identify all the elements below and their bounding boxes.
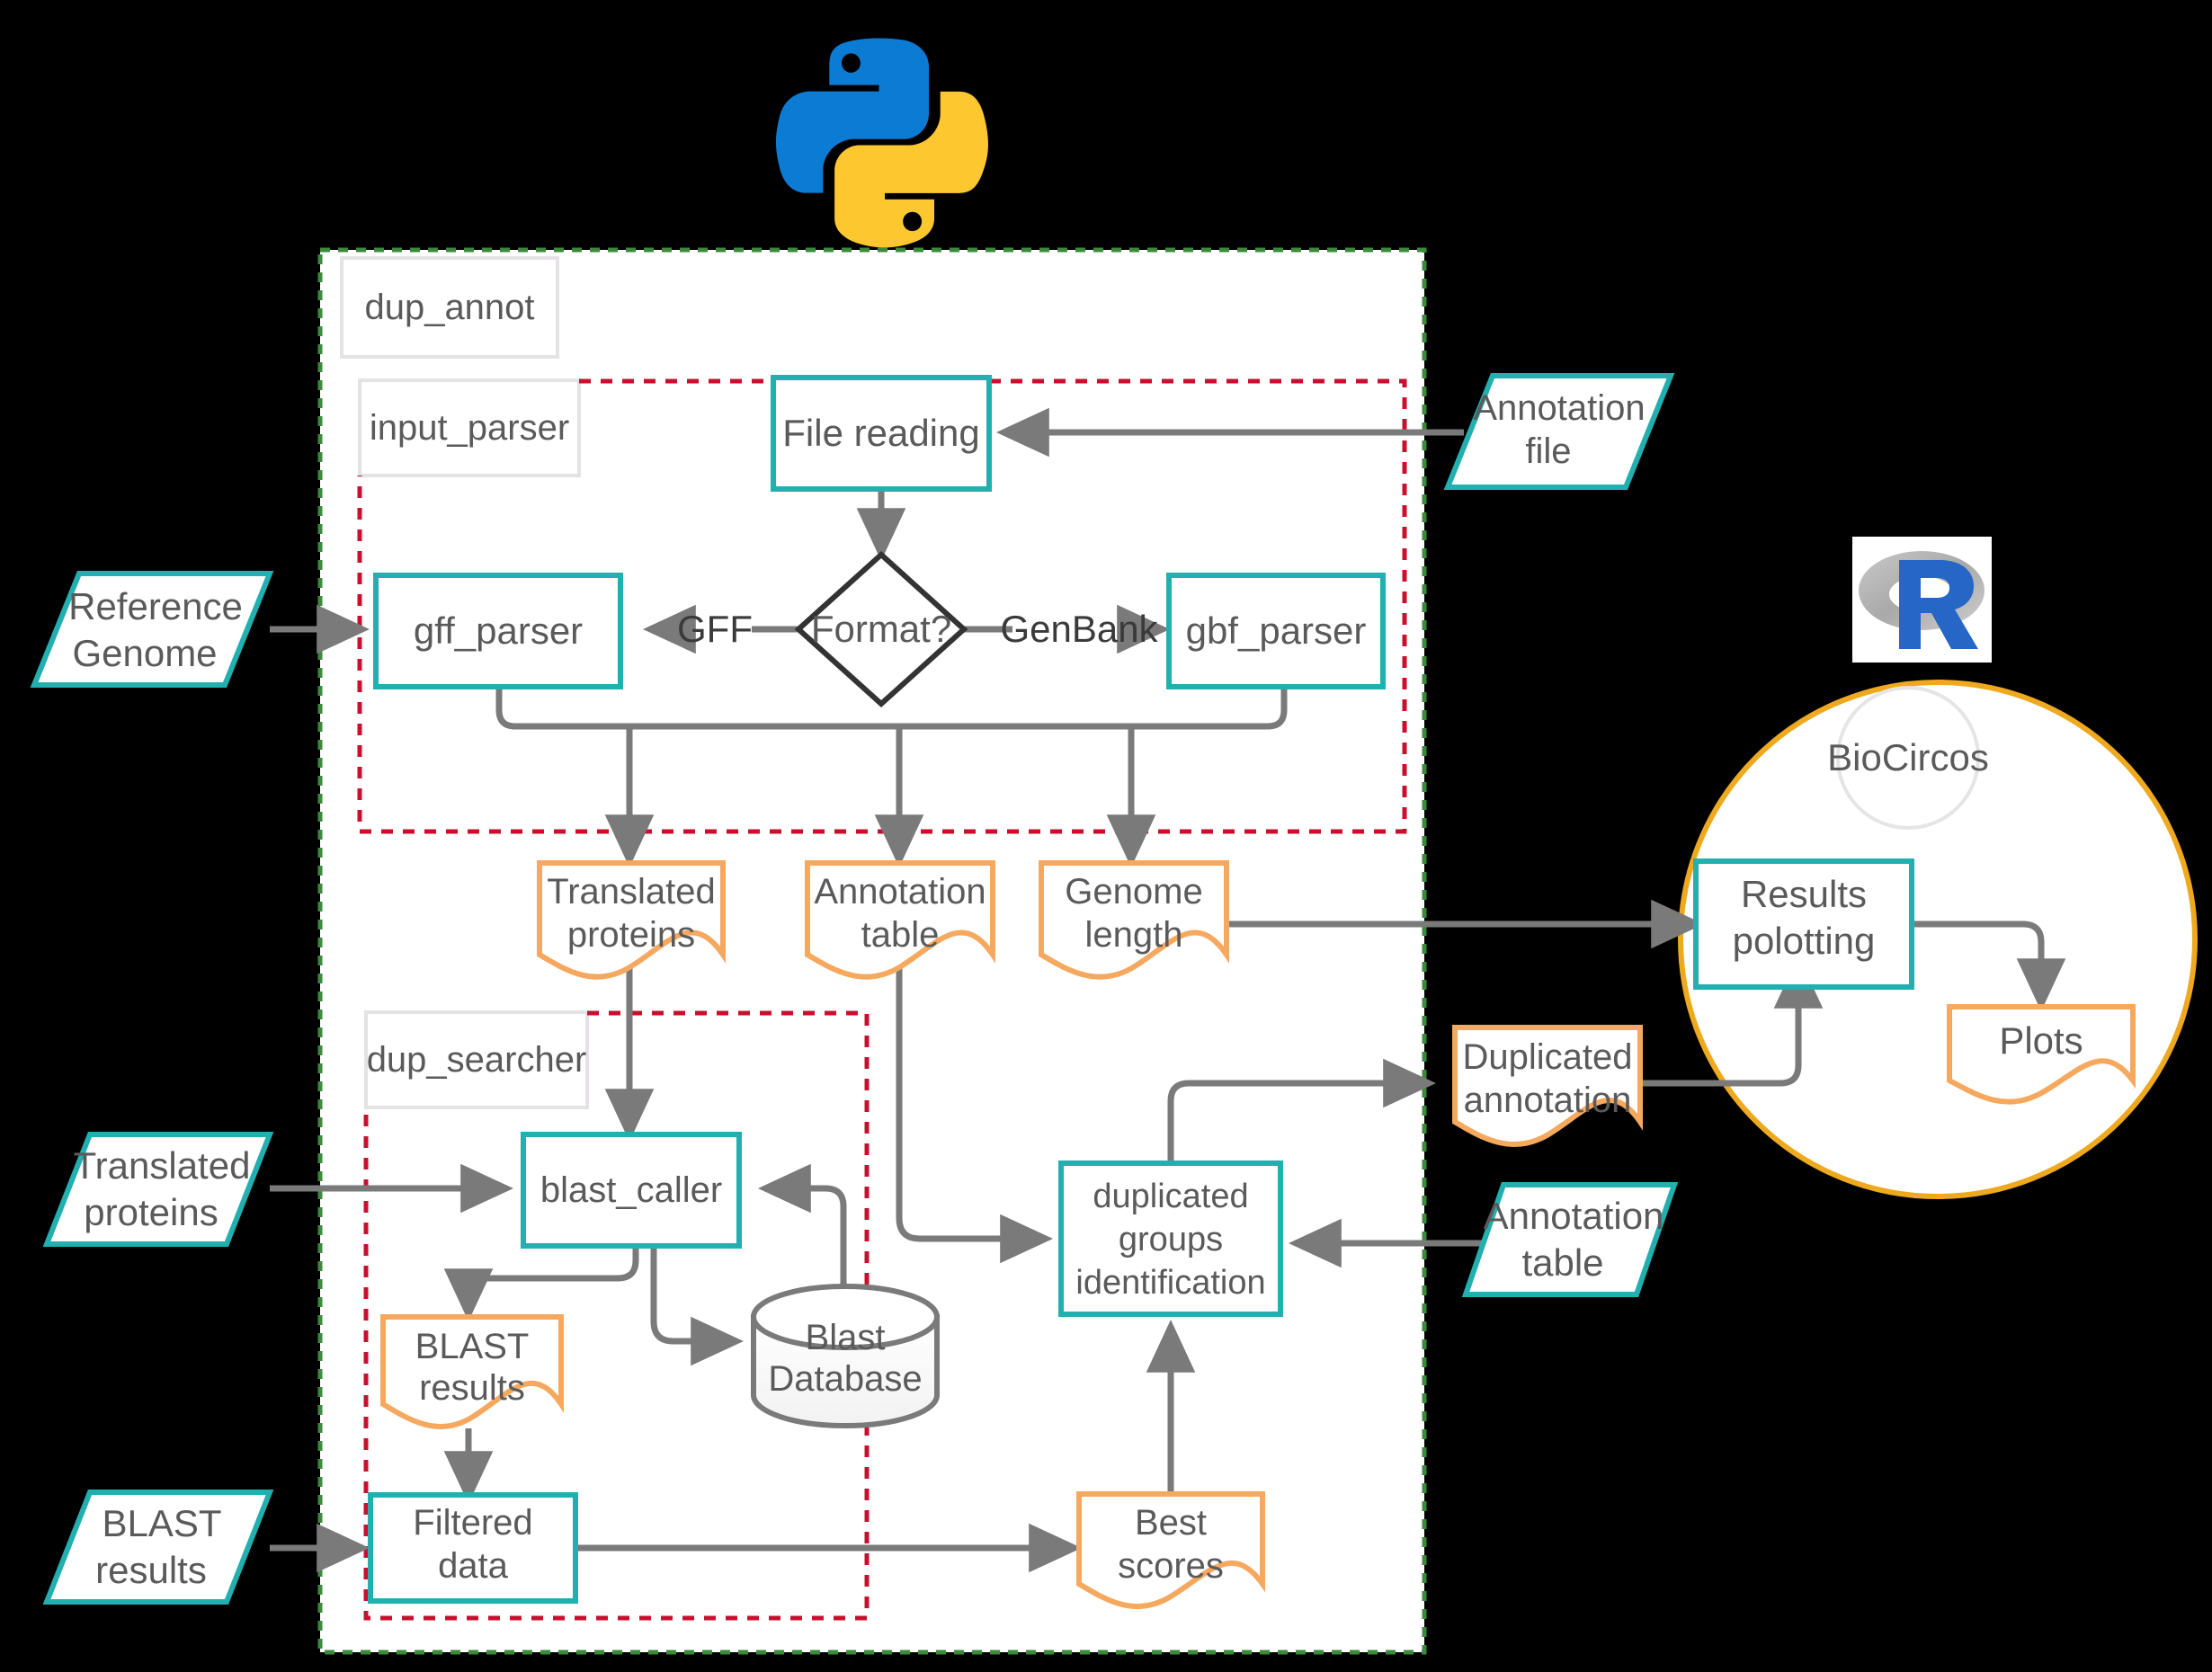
node-blast-caller xyxy=(521,1132,742,1249)
node-results-plotting xyxy=(1693,858,1914,990)
node-in-translated-proteins xyxy=(42,1132,274,1247)
node-in-blast-results xyxy=(42,1490,274,1605)
diagram-svg xyxy=(30,38,2198,1655)
node-file-reading xyxy=(771,375,992,492)
biocircos-inner-circle xyxy=(1836,686,1980,830)
dup-annot-label-box xyxy=(340,256,559,359)
node-in-reference-genome xyxy=(30,571,274,688)
node-in-annotation-table xyxy=(1461,1182,1679,1297)
node-duplicated-annotation-doc xyxy=(1452,1025,1643,1148)
node-in-annotation-file xyxy=(1443,373,1675,490)
node-blast-database-top xyxy=(751,1284,940,1350)
input-parser-label-box xyxy=(358,378,581,477)
node-filtered-data xyxy=(368,1492,578,1604)
node-duplicated-groups xyxy=(1058,1161,1283,1317)
python-logo xyxy=(775,38,988,248)
node-gbf-parser xyxy=(1166,573,1386,689)
r-logo xyxy=(1852,537,1992,663)
dup-searcher-label-box xyxy=(364,1010,589,1109)
node-gff-parser xyxy=(373,573,623,689)
diagram-canvas: dup_annot input_parser dup_searcher BioC… xyxy=(0,0,2212,1672)
